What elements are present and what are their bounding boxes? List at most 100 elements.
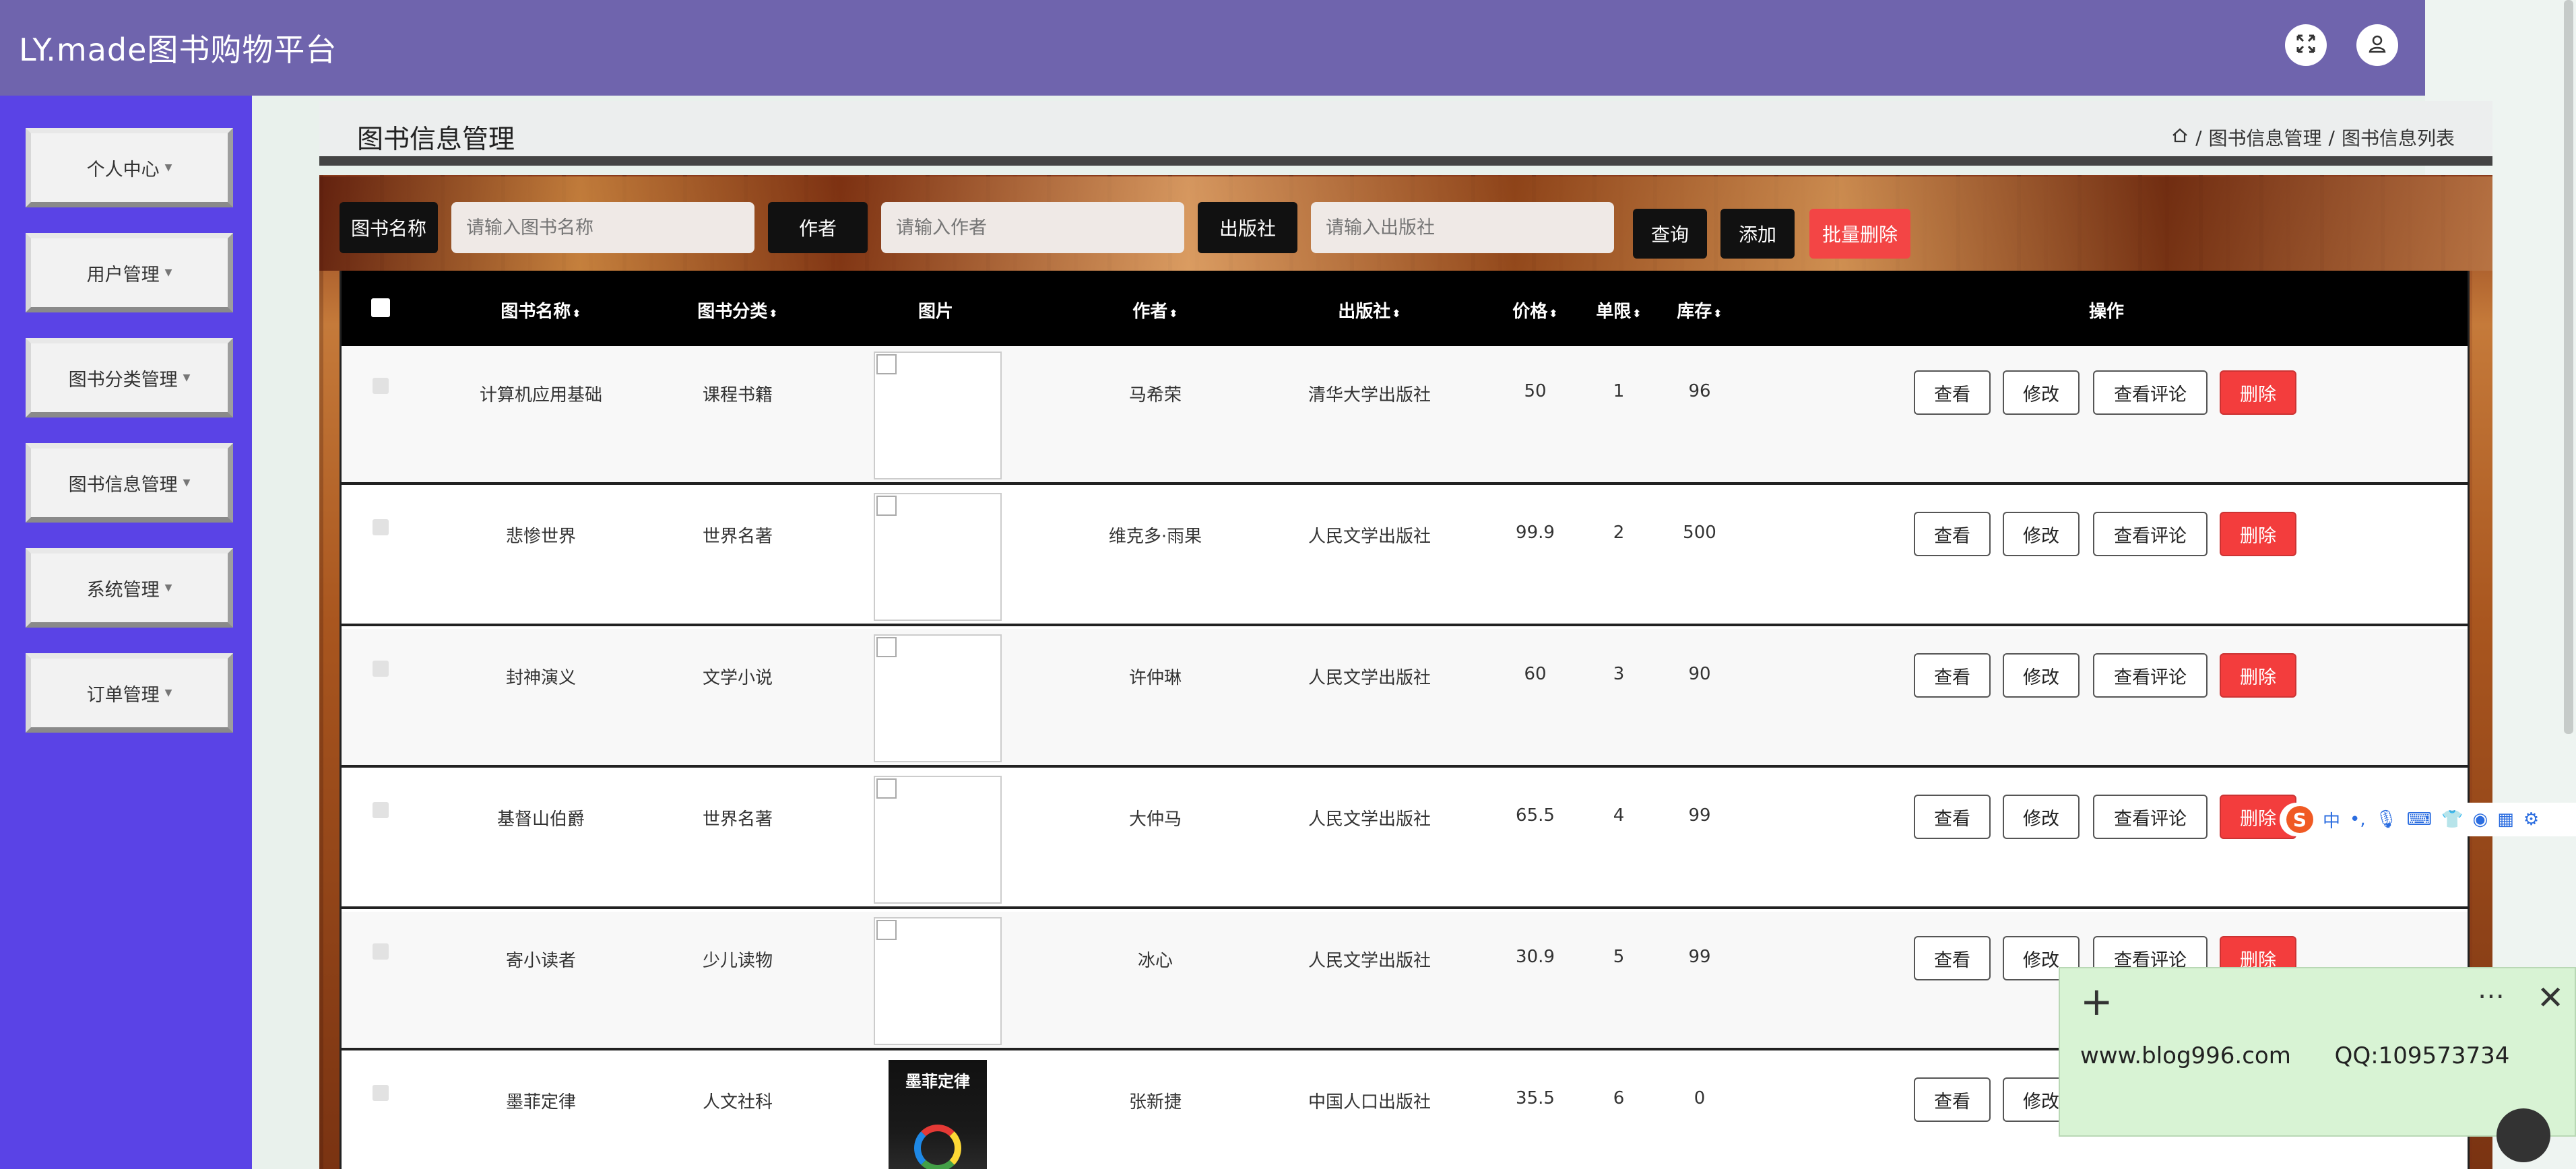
sidebar-item-system-management[interactable]: 系统管理 ▼ <box>26 548 233 628</box>
skin-icon[interactable]: 👕 <box>2441 809 2463 830</box>
author-cell: 大仲马 <box>1128 809 1182 830</box>
broken-image-icon <box>876 354 897 374</box>
header-book-name[interactable]: 图书名称 ⬍ <box>501 298 581 323</box>
stock-cell: 500 <box>1683 523 1716 543</box>
header-author[interactable]: 作者 ⬍ <box>1132 298 1178 323</box>
edit-button[interactable]: 修改 <box>2003 653 2080 698</box>
sort-icon: ⬍ <box>1392 307 1401 320</box>
app-brand: LY.made图书购物平台 <box>19 32 337 68</box>
ime-language-toggle[interactable]: 中 <box>2323 807 2340 832</box>
sidebar-item-order-management[interactable]: 订单管理 ▼ <box>26 653 233 733</box>
gear-icon[interactable]: ⚙ <box>2523 809 2539 830</box>
microphone-icon[interactable]: 🎙 <box>2375 809 2397 830</box>
note-text[interactable]: www.blog996.com QQ:109573734 <box>2080 1042 2509 1069</box>
header-stock[interactable]: 库存 ⬍ <box>1677 298 1722 323</box>
punctuation-icon[interactable]: •, <box>2350 809 2366 830</box>
header-label: 出版社 <box>1338 302 1391 322</box>
keyboard-icon[interactable]: ⌨ <box>2407 809 2433 830</box>
row-checkbox[interactable] <box>373 661 389 677</box>
book-name-cell: 封神演义 <box>505 668 577 688</box>
view-button[interactable]: 查看 <box>1914 370 1991 415</box>
toolbox-icon[interactable]: ▦ <box>2497 809 2514 830</box>
breadcrumb-item[interactable]: 图书信息管理 <box>2209 124 2322 151</box>
chevron-down-icon: ▼ <box>183 477 191 488</box>
user-icon <box>2366 33 2388 57</box>
view-button[interactable]: 查看 <box>1914 512 1991 556</box>
delete-button[interactable]: 删除 <box>2220 512 2296 556</box>
row-checkbox[interactable] <box>373 802 389 818</box>
view-button[interactable]: 查看 <box>1914 1077 1991 1122</box>
sort-icon: ⬍ <box>769 307 778 320</box>
sidebar-item-personal-center[interactable]: 个人中心 ▼ <box>26 128 233 207</box>
author-cell: 马希荣 <box>1128 385 1182 405</box>
header-label: 库存 <box>1677 302 1712 322</box>
edit-button[interactable]: 修改 <box>2003 370 2080 415</box>
author-label: 作者 <box>768 202 868 253</box>
close-icon[interactable]: ✕ <box>2537 979 2564 1017</box>
chevron-down-icon: ▼ <box>164 162 172 173</box>
add-button[interactable]: 添加 <box>1720 209 1795 259</box>
scrollbar[interactable] <box>2564 0 2573 734</box>
add-note-icon[interactable]: + <box>2080 982 2113 1021</box>
price-cell: 60 <box>1524 664 1547 684</box>
publisher-cell: 人民文学出版社 <box>1308 668 1431 688</box>
price-cell: 65.5 <box>1516 805 1555 826</box>
query-button[interactable]: 查询 <box>1633 209 1707 259</box>
sidebar-item-book-management[interactable]: 图书信息管理 ▼ <box>26 443 233 523</box>
view-comments-button[interactable]: 查看评论 <box>2093 512 2208 556</box>
header-category[interactable]: 图书分类 ⬍ <box>697 298 777 323</box>
cover-ring-graphic <box>914 1125 961 1169</box>
batch-delete-button[interactable]: 批量删除 <box>1809 209 1910 259</box>
row-checkbox[interactable] <box>373 378 389 394</box>
assistant-icon[interactable]: ◉ <box>2473 809 2488 830</box>
row-checkbox[interactable] <box>373 519 389 535</box>
publisher-cell: 人民文学出版社 <box>1308 951 1431 971</box>
view-button[interactable]: 查看 <box>1914 653 1991 698</box>
select-all-checkbox[interactable] <box>371 298 390 317</box>
table-row: 悲惨世界 世界名著 维克多·雨果 人民文学出版社 99.9 2 500 查看 修… <box>342 488 2468 626</box>
delete-button[interactable]: 删除 <box>2220 653 2296 698</box>
floating-ball[interactable] <box>2497 1108 2550 1162</box>
row-checkbox[interactable] <box>373 943 389 960</box>
header-label: 作者 <box>1132 302 1168 322</box>
view-comments-button[interactable]: 查看评论 <box>2093 370 2208 415</box>
sidebar-item-category-management[interactable]: 图书分类管理 ▼ <box>26 338 233 418</box>
sticky-note-window: + ⋯ ✕ www.blog996.com QQ:109573734 <box>2059 967 2576 1137</box>
category-cell: 少儿读物 <box>702 951 773 971</box>
view-comments-button[interactable]: 查看评论 <box>2093 653 2208 698</box>
book-image <box>874 634 1002 762</box>
chevron-down-icon: ▼ <box>164 267 172 278</box>
user-menu-button[interactable] <box>2356 24 2398 66</box>
sidebar-item-label: 系统管理 <box>86 579 160 601</box>
sidebar-item-user-management[interactable]: 用户管理 ▼ <box>26 233 233 312</box>
header-limit[interactable]: 单限 ⬍ <box>1596 298 1641 323</box>
edit-button[interactable]: 修改 <box>2003 795 2080 839</box>
ime-toolbar: S 中 •, 🎙 ⌨ 👕 ◉ ▦ ⚙ <box>2280 803 2576 836</box>
view-button[interactable]: 查看 <box>1914 936 1991 980</box>
book-image <box>874 352 1002 479</box>
fullscreen-button[interactable] <box>2285 24 2327 66</box>
stock-cell: 0 <box>1694 1088 1706 1108</box>
edit-button[interactable]: 修改 <box>2003 512 2080 556</box>
view-comments-button[interactable]: 查看评论 <box>2093 795 2208 839</box>
view-button[interactable]: 查看 <box>1914 795 1991 839</box>
breadcrumb: / 图书信息管理 / 图书信息列表 <box>2171 124 2455 151</box>
limit-cell: 2 <box>1613 523 1625 543</box>
sogou-logo-icon[interactable]: S <box>2286 806 2313 833</box>
delete-button[interactable]: 删除 <box>2220 370 2296 415</box>
author-input[interactable] <box>881 202 1184 253</box>
home-icon[interactable] <box>2171 127 2189 149</box>
more-options-icon[interactable]: ⋯ <box>2478 980 2505 1011</box>
publisher-input[interactable] <box>1311 202 1614 253</box>
stock-cell: 99 <box>1688 947 1711 967</box>
broken-image-icon <box>876 920 897 940</box>
author-cell: 维克多·雨果 <box>1108 527 1202 547</box>
header-label: 价格 <box>1512 302 1548 322</box>
sidebar-item-label: 个人中心 <box>86 159 160 180</box>
header-publisher[interactable]: 出版社 ⬍ <box>1338 298 1400 323</box>
row-checkbox[interactable] <box>373 1085 389 1101</box>
header-price[interactable]: 价格 ⬍ <box>1512 298 1557 323</box>
sidebar: 个人中心 ▼ 用户管理 ▼ 图书分类管理 ▼ 图书信息管理 ▼ 系统管理 ▼ 订单管理 ▼ <box>0 96 252 1169</box>
book-image <box>874 493 1002 621</box>
book-name-input[interactable] <box>451 202 754 253</box>
